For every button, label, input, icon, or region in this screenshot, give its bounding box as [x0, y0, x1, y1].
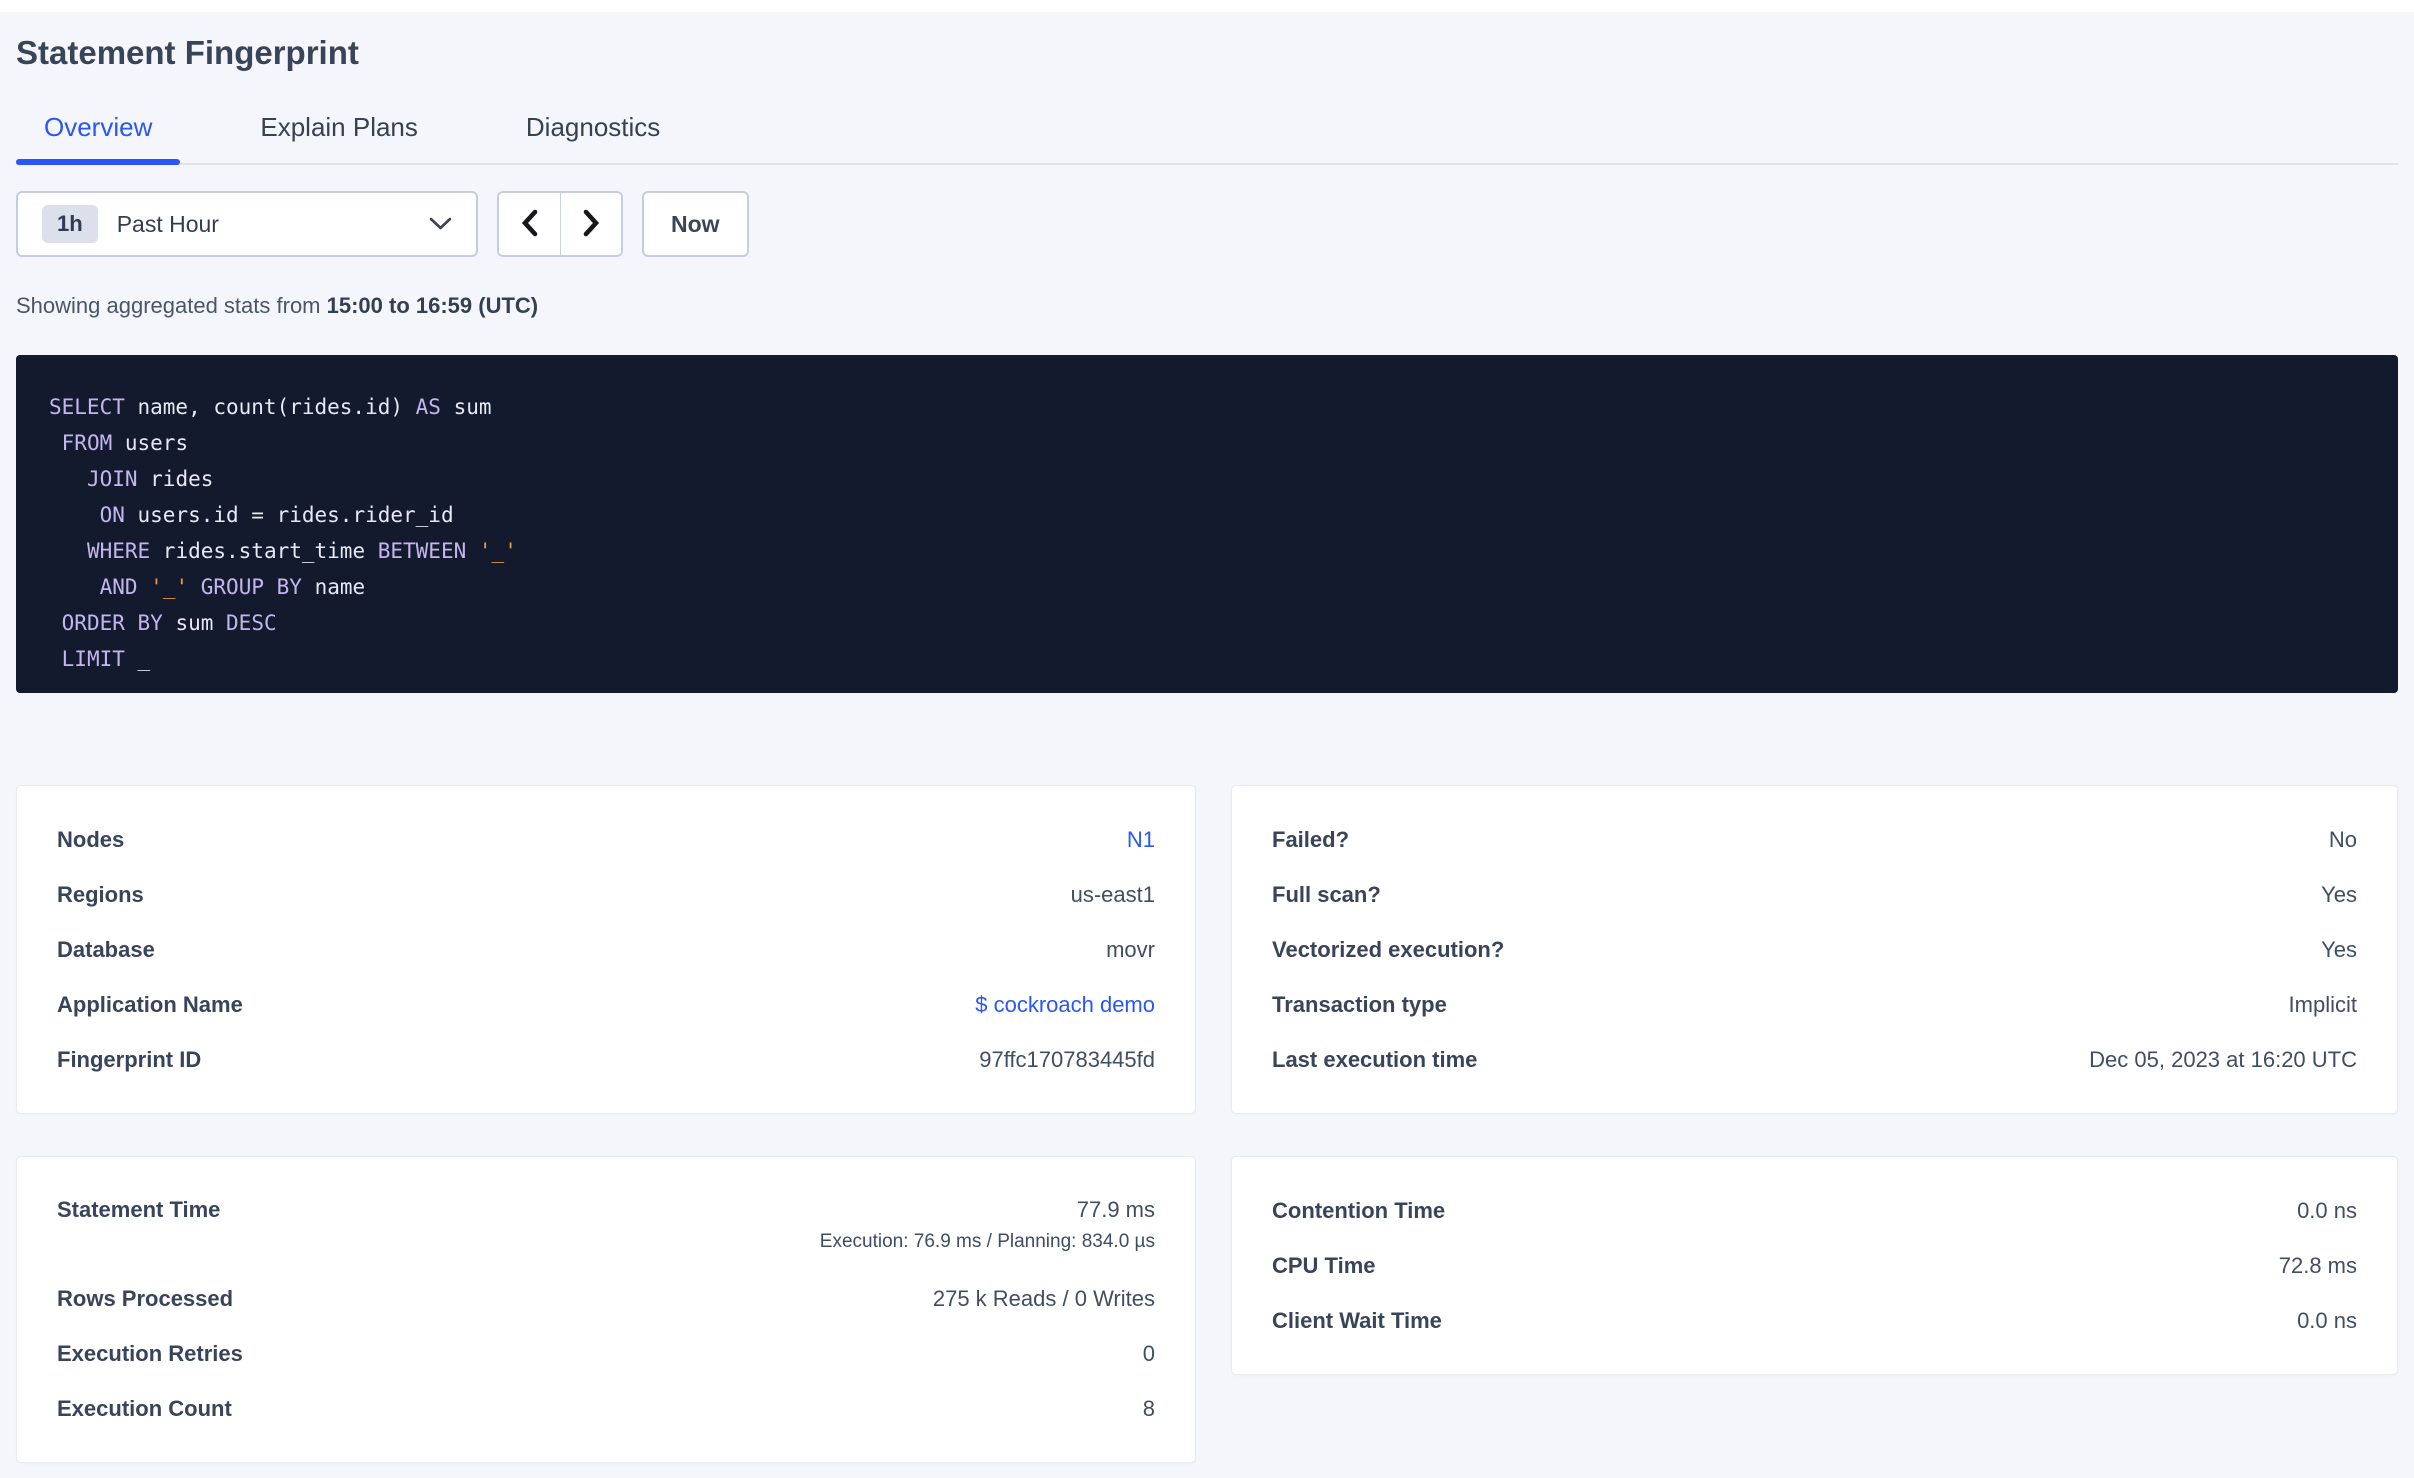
- regions-label: Regions: [57, 881, 144, 907]
- database-row: Database movr: [57, 922, 1155, 977]
- fingerprint-id-value: 97ffc170783445fd: [979, 1046, 1155, 1072]
- application-name-label: Application Name: [57, 991, 243, 1017]
- transaction-type-value: Implicit: [2288, 991, 2357, 1017]
- execution-count-label: Execution Count: [57, 1395, 232, 1421]
- tab-diagnostics[interactable]: Diagnostics: [498, 112, 688, 163]
- chevron-left-icon: [520, 207, 540, 242]
- full-scan-label: Full scan?: [1272, 881, 1381, 907]
- nodes-link[interactable]: N1: [1127, 827, 1155, 852]
- execution-retries-row: Execution Retries 0: [57, 1326, 1155, 1381]
- database-label: Database: [57, 936, 155, 962]
- failed-value: No: [2328, 826, 2357, 852]
- page-title: Statement Fingerprint: [16, 34, 359, 71]
- tab-explain-plans[interactable]: Explain Plans: [232, 112, 446, 163]
- execution-count-row: Execution Count 8: [57, 1381, 1155, 1436]
- rows-processed-row: Rows Processed 275 k Reads / 0 Writes: [57, 1271, 1155, 1326]
- cpu-time-label: CPU Time: [1272, 1252, 1376, 1278]
- statement-time-row: Statement Time 77.9 ms Execution: 76.9 ms …: [57, 1183, 1155, 1271]
- fingerprint-id-row: Fingerprint ID 97ffc170783445fd: [57, 1032, 1155, 1087]
- sql-statement: SELECT name, count(rides.id) AS sum FROM…: [49, 389, 2368, 677]
- full-scan-row: Full scan? Yes: [1272, 867, 2357, 922]
- vectorized-execution-row: Vectorized execution? Yes: [1272, 922, 2357, 977]
- last-execution-time-label: Last execution time: [1272, 1046, 1478, 1072]
- prev-time-button[interactable]: [499, 193, 560, 255]
- tab-overview[interactable]: Overview: [16, 112, 181, 165]
- rows-processed-label: Rows Processed: [57, 1285, 234, 1311]
- execution-retries-value: 0: [1142, 1340, 1155, 1366]
- wait-timing-card: Contention Time 0.0 ns CPU Time 72.8 ms Clie…: [1231, 1156, 2398, 1375]
- sql-statement-box: SELECT name, count(rides.id) AS sum FROM…: [16, 355, 2398, 693]
- application-name-link[interactable]: $ cockroach demo: [975, 992, 1155, 1017]
- client-wait-time-row: Client Wait Time 0.0 ns: [1272, 1293, 2357, 1348]
- top-strip: [0, 0, 2414, 12]
- cpu-time-value: 72.8 ms: [2278, 1252, 2357, 1278]
- regions-row: Regions us-east1: [57, 867, 1155, 922]
- sql-line: WHERE rides.start_time BETWEEN '_': [86, 539, 517, 563]
- full-scan-value: Yes: [2321, 881, 2357, 907]
- vectorized-execution-value: Yes: [2321, 936, 2357, 962]
- time-range-dropdown[interactable]: 1h Past Hour: [16, 191, 478, 257]
- sql-line: FROM users: [61, 431, 189, 455]
- tabs: Overview Explain Plans Diagnostics: [16, 112, 2398, 165]
- last-execution-time-row: Last execution time Dec 05, 2023 at 16:20…: [1272, 1032, 2357, 1087]
- contention-time-label: Contention Time: [1272, 1197, 1446, 1223]
- failed-label: Failed?: [1272, 826, 1350, 852]
- nodes-label: Nodes: [57, 826, 125, 852]
- sql-line: ON users.id = rides.rider_id: [99, 503, 454, 527]
- execution-count-value: 8: [1142, 1395, 1155, 1421]
- client-wait-time-value: 0.0 ns: [2297, 1307, 2357, 1333]
- execution-retries-label: Execution Retries: [57, 1340, 243, 1366]
- stats-caption: Showing aggregated stats from 15:00 to 1…: [16, 293, 2398, 319]
- execution-attributes-card: Failed? No Full scan? Yes Vectorized executi…: [1231, 785, 2398, 1114]
- rows-processed-value: 275 k Reads / 0 Writes: [932, 1285, 1155, 1311]
- chevron-down-icon: [429, 217, 452, 231]
- time-range-label: Past Hour: [116, 210, 219, 237]
- nodes-row: Nodes N1: [57, 812, 1155, 867]
- statement-time-breakdown: Execution: 76.9 ms / Planning: 834.0 µs: [819, 1231, 1155, 1252]
- statement-time-label: Statement Time: [57, 1197, 221, 1222]
- time-range-badge: 1h: [42, 205, 98, 243]
- statement-fingerprint-page: Statement Fingerprint Overview Explain Pl…: [0, 34, 2414, 1463]
- timing-cards-row: Statement Time 77.9 ms Execution: 76.9 ms …: [16, 1156, 2398, 1463]
- now-button[interactable]: Now: [642, 191, 749, 257]
- cpu-time-row: CPU Time 72.8 ms: [1272, 1238, 2357, 1293]
- next-time-button[interactable]: [560, 193, 621, 255]
- stats-caption-prefix: Showing aggregated stats from: [16, 293, 327, 318]
- sql-line: ORDER BY sum DESC: [61, 611, 277, 635]
- sql-line: LIMIT _: [61, 647, 151, 671]
- failed-row: Failed? No: [1272, 812, 2357, 867]
- client-wait-time-label: Client Wait Time: [1272, 1307, 1442, 1333]
- application-name-row: Application Name $ cockroach demo: [57, 977, 1155, 1032]
- sql-line: AND '_' GROUP BY name: [99, 575, 366, 599]
- transaction-type-row: Transaction type Implicit: [1272, 977, 2357, 1032]
- time-toolbar: 1h Past Hour Now: [16, 191, 2398, 257]
- contention-time-row: Contention Time 0.0 ns: [1272, 1183, 2357, 1238]
- sql-line: JOIN rides: [86, 467, 214, 491]
- stats-caption-range: 15:00 to 16:59 (UTC): [326, 293, 539, 318]
- contention-time-value: 0.0 ns: [2297, 1197, 2357, 1223]
- regions-value: us-east1: [1070, 881, 1155, 907]
- statement-time-value: 77.9 ms: [1076, 1197, 1155, 1222]
- vectorized-execution-label: Vectorized execution?: [1272, 936, 1505, 962]
- fingerprint-id-label: Fingerprint ID: [57, 1046, 202, 1072]
- transaction-type-label: Transaction type: [1272, 991, 1447, 1017]
- sql-line: SELECT name, count(rides.id) AS sum: [49, 395, 492, 419]
- time-nav-group: [497, 191, 623, 257]
- statement-timing-card: Statement Time 77.9 ms Execution: 76.9 ms …: [16, 1156, 1196, 1463]
- database-value: movr: [1106, 936, 1155, 962]
- overview-cards-row: Nodes N1 Regions us-east1 Database movr Applic…: [16, 785, 2398, 1114]
- last-execution-time-value: Dec 05, 2023 at 16:20 UTC: [2089, 1046, 2357, 1072]
- overview-details-card: Nodes N1 Regions us-east1 Database movr Applic…: [16, 785, 1196, 1114]
- chevron-right-icon: [581, 207, 601, 242]
